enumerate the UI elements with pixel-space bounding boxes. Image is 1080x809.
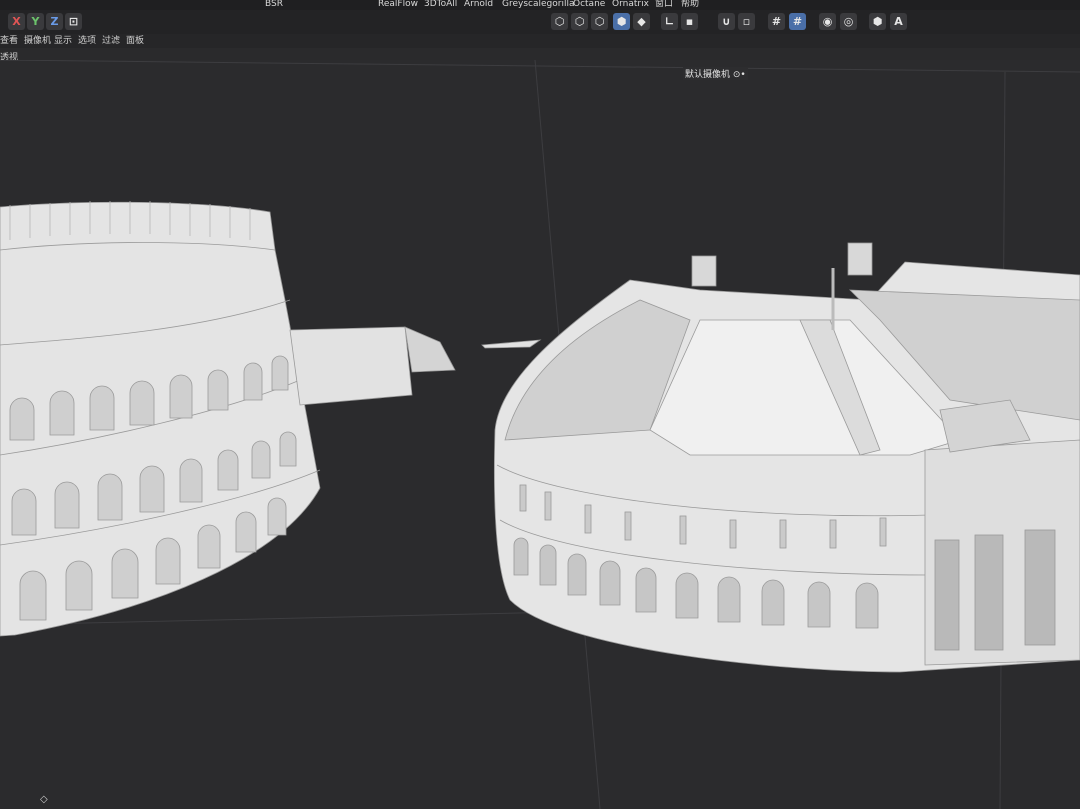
render-region-icon[interactable]: ◉ [819, 13, 836, 30]
3d-viewport[interactable] [0, 60, 1080, 809]
viewport-menubar: 查看 摄像机 显示 选项 过滤 面板 [0, 34, 1080, 48]
axis-y-button[interactable]: Y [27, 13, 44, 30]
menu-ornatrix[interactable]: Ornatrix [612, 0, 649, 9]
model-mode-icon[interactable]: ⬢ [613, 13, 630, 30]
grid-snap-icon[interactable]: # [789, 13, 806, 30]
edges-mode-icon[interactable]: ⬡ [571, 13, 588, 30]
menu-3dtoall[interactable]: 3DToAll [424, 0, 457, 9]
snap-settings-icon[interactable]: ▫ [738, 13, 755, 30]
axis-x-button[interactable]: X [8, 13, 25, 30]
viewmenu-options[interactable]: 选项 [78, 34, 96, 48]
render-view-icon[interactable]: ◎ [840, 13, 857, 30]
viewmenu-cameras[interactable]: 摄像机 [24, 34, 51, 48]
arnold-icon[interactable]: A [890, 13, 907, 30]
workplane-icon[interactable]: ∟ [661, 13, 678, 30]
viewmenu-panel[interactable]: 面板 [126, 34, 144, 48]
polygons-mode-icon[interactable]: ⬡ [591, 13, 608, 30]
magnet-snap-icon[interactable]: ∪ [718, 13, 735, 30]
texture-mode-icon[interactable]: ◆ [633, 13, 650, 30]
main-menubar: BSR RealFlow 3DToAll Arnold Greyscalegor… [0, 0, 1080, 10]
viewmenu-display[interactable]: 显示 [54, 34, 72, 48]
viewmenu-filter[interactable]: 过滤 [102, 34, 120, 48]
camera-label[interactable]: 默认摄像机 ⊙• [683, 67, 748, 80]
menu-bsr[interactable]: BSR [265, 0, 283, 9]
menu-realflow[interactable]: RealFlow [378, 0, 418, 9]
axis-z-button[interactable]: Z [46, 13, 63, 30]
view-navigation-icon[interactable]: ◇ [40, 794, 52, 806]
menu-help[interactable]: 帮助 [681, 0, 699, 9]
workplane-options-icon[interactable]: ▪ [681, 13, 698, 30]
viewmenu-view[interactable]: 查看 [0, 34, 18, 48]
coordinate-system-icon[interactable]: ⊡ [65, 13, 82, 30]
menu-window[interactable]: 窗口 [655, 0, 673, 9]
points-mode-icon[interactable]: ⬡ [551, 13, 568, 30]
plugin-icon[interactable]: ⬢ [869, 13, 886, 30]
grid-icon[interactable]: # [768, 13, 785, 30]
menu-greyscalegorilla[interactable]: Greyscalegorilla [502, 0, 574, 9]
main-toolbar: X Y Z ⊡ ⬡ ⬡ ⬡ ⬢ ◆ ∟ ▪ ∪ ▫ # # ◉ ◎ ⬢ A [0, 10, 1080, 34]
menu-octane[interactable]: Octane [573, 0, 605, 9]
menu-arnold[interactable]: Arnold [464, 0, 493, 9]
